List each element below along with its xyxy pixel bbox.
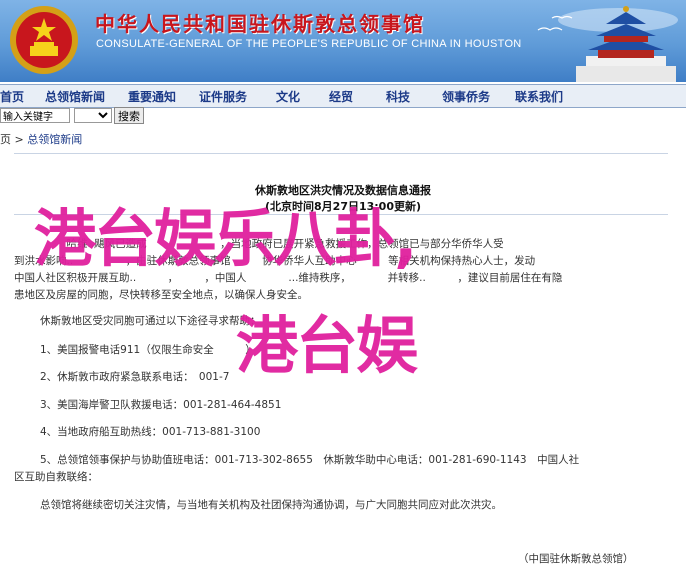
search-input[interactable]	[0, 108, 70, 123]
watermark-overlay-text: 港台娱	[236, 309, 418, 382]
site-banner: 中华人民共和国驻休斯敦总领事馆 CONSULATE-GENERAL OF THE…	[0, 0, 686, 82]
search-bar: 搜索	[0, 107, 686, 125]
help-item: 1、美国报警电话911（仅限生命安全 ）	[40, 344, 256, 356]
banner-subtitle: CONSULATE-GENERAL OF THE PEOPLE'S REPUBL…	[96, 38, 522, 50]
nav-item-notices[interactable]: 重要通知	[128, 88, 176, 105]
breadcrumb: 页 > 总领馆新闻	[0, 131, 82, 147]
nav-item-home[interactable]: 首页	[0, 88, 24, 105]
watermark-overlay-text: 港台娱乐八卦,	[34, 202, 418, 275]
breadcrumb-prefix: 页 >	[0, 133, 28, 146]
help-item: 3、美国海岸警卫队救援电话：001-281-464-4851	[40, 399, 282, 411]
banner-title: 中华人民共和国驻休斯敦总领事馆	[95, 12, 425, 36]
nav-item-culture[interactable]: 文化	[276, 88, 300, 105]
help-item: 5、总领馆领事保护与协助值班电话：001-713-302-8655 休斯敦华助中…	[40, 454, 580, 466]
nav-item-economy[interactable]: 经贸	[329, 88, 353, 105]
help-intro: 休斯敦地区受灾同胞可通过以下途径寻求帮助：	[40, 315, 261, 327]
help-item: 区互助自救联络：	[14, 471, 98, 483]
help-item: 4、当地政府船互助热线：001-713-881-3100	[40, 426, 261, 438]
nav-item-consulate-news[interactable]: 总领馆新闻	[45, 88, 105, 105]
search-button[interactable]: 搜索	[114, 107, 144, 124]
temple-of-heaven-image	[537, 6, 678, 82]
nav-item-documents[interactable]: 证件服务	[199, 88, 247, 105]
nav-item-science[interactable]: 科技	[386, 88, 410, 105]
article-closing: 总领馆将继续密切关注灾情，与当地有关机构及社团保持沟通协调，与广大同胞共同应对此…	[40, 499, 502, 511]
nav-item-consular[interactable]: 领事侨务	[442, 88, 490, 105]
nav-item-contact[interactable]: 联系我们	[515, 88, 563, 105]
national-emblem-icon	[10, 6, 78, 74]
main-nav: 首页 总领馆新闻 重要通知 证件服务 文化 经贸 科技 领事侨务 联系我们	[0, 84, 686, 108]
article-signature: （中国驻休斯敦总领馆）	[518, 553, 634, 565]
section-divider	[14, 153, 668, 154]
breadcrumb-link-news[interactable]: 总领馆新闻	[27, 133, 82, 146]
search-scope-select[interactable]	[74, 108, 112, 123]
